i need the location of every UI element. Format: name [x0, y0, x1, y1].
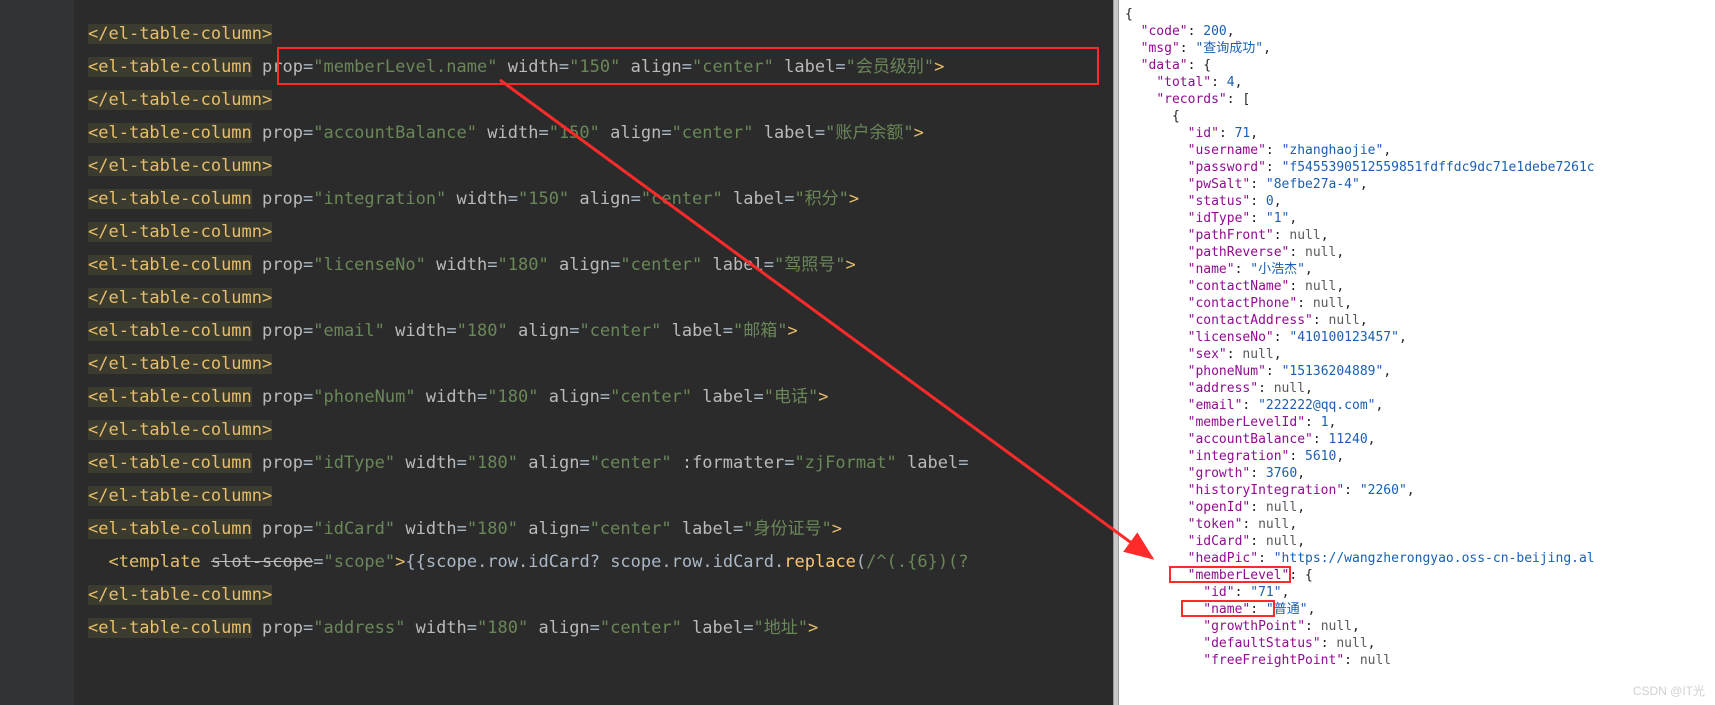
json-line[interactable]: "contactAddress": null,	[1125, 312, 1715, 329]
code-line[interactable]: <el-table-column prop="idCard" width="18…	[88, 513, 1113, 546]
json-line[interactable]: "headPic": "https://wangzherongyao.oss-c…	[1125, 550, 1715, 567]
json-line[interactable]: "address": null,	[1125, 380, 1715, 397]
code-line[interactable]: </el-table-column>	[88, 579, 1113, 612]
code-line[interactable]: </el-table-column>	[88, 84, 1113, 117]
json-line[interactable]: "token": null,	[1125, 516, 1715, 533]
json-line[interactable]: "integration": 5610,	[1125, 448, 1715, 465]
json-line[interactable]: "sex": null,	[1125, 346, 1715, 363]
code-line[interactable]: <el-table-column prop="licenseNo" width=…	[88, 249, 1113, 282]
code-line[interactable]: <el-table-column prop="idType" width="18…	[88, 447, 1113, 480]
code-line[interactable]: <el-table-column prop="accountBalance" w…	[88, 117, 1113, 150]
json-line[interactable]: "openId": null,	[1125, 499, 1715, 516]
json-line[interactable]: {	[1125, 108, 1715, 125]
json-line[interactable]: "historyIntegration": "2260",	[1125, 482, 1715, 499]
json-line[interactable]: "data": {	[1125, 57, 1715, 74]
code-line[interactable]: <el-table-column prop="address" width="1…	[88, 612, 1113, 645]
json-line[interactable]: "idCard": null,	[1125, 533, 1715, 550]
json-line[interactable]: "memberLevel": {	[1125, 567, 1715, 584]
json-line[interactable]: "licenseNo": "410100123457",	[1125, 329, 1715, 346]
json-line[interactable]: "id": 71,	[1125, 125, 1715, 142]
json-line[interactable]: "accountBalance": 11240,	[1125, 431, 1715, 448]
code-line[interactable]: <el-table-column prop="integration" widt…	[88, 183, 1113, 216]
code-line[interactable]: </el-table-column>	[88, 150, 1113, 183]
editor-gutter	[0, 0, 74, 705]
json-line[interactable]: "password": "f5455390512559851fdffdc9dc7…	[1125, 159, 1715, 176]
code-line[interactable]: </el-table-column>	[88, 216, 1113, 249]
code-line[interactable]: </el-table-column>	[88, 348, 1113, 381]
json-line[interactable]: "name": "普通",	[1125, 601, 1715, 618]
code-line[interactable]: <el-table-column prop="memberLevel.name"…	[88, 51, 1113, 84]
json-line[interactable]: "id": "71",	[1125, 584, 1715, 601]
code-line[interactable]: <template slot-scope="scope">{{scope.row…	[88, 546, 1113, 579]
json-line[interactable]: "email": "222222@qq.com",	[1125, 397, 1715, 414]
json-line[interactable]: "code": 200,	[1125, 23, 1715, 40]
json-line[interactable]: "username": "zhanghaojie",	[1125, 142, 1715, 159]
json-line[interactable]: "name": "小浩杰",	[1125, 261, 1715, 278]
json-line[interactable]: "contactName": null,	[1125, 278, 1715, 295]
json-line[interactable]: "pathReverse": null,	[1125, 244, 1715, 261]
json-line[interactable]: "status": 0,	[1125, 193, 1715, 210]
code-line[interactable]: </el-table-column>	[88, 414, 1113, 447]
json-line[interactable]: "freeFreightPoint": null	[1125, 652, 1715, 669]
json-response-pane[interactable]: { "code": 200, "msg": "查询成功", "data": { …	[1119, 0, 1715, 705]
json-line[interactable]: "records": [	[1125, 91, 1715, 108]
code-editor-pane[interactable]: </el-table-column><el-table-column prop=…	[0, 0, 1113, 705]
json-line[interactable]: "defaultStatus": null,	[1125, 635, 1715, 652]
json-line[interactable]: {	[1125, 6, 1715, 23]
json-line[interactable]: "growthPoint": null,	[1125, 618, 1715, 635]
json-line[interactable]: "memberLevelId": 1,	[1125, 414, 1715, 431]
json-line[interactable]: "idType": "1",	[1125, 210, 1715, 227]
json-line[interactable]: "phoneNum": "15136204889",	[1125, 363, 1715, 380]
json-line[interactable]: "pathFront": null,	[1125, 227, 1715, 244]
code-line[interactable]: </el-table-column>	[88, 18, 1113, 51]
json-line[interactable]: "contactPhone": null,	[1125, 295, 1715, 312]
json-line[interactable]: "total": 4,	[1125, 74, 1715, 91]
code-line[interactable]: <el-table-column prop="email" width="180…	[88, 315, 1113, 348]
watermark: CSDN @IT光	[1633, 682, 1705, 699]
json-line[interactable]: "pwSalt": "8efbe27a-4",	[1125, 176, 1715, 193]
code-line[interactable]: </el-table-column>	[88, 480, 1113, 513]
code-line[interactable]: </el-table-column>	[88, 282, 1113, 315]
json-line[interactable]: "msg": "查询成功",	[1125, 40, 1715, 57]
json-line[interactable]: "growth": 3760,	[1125, 465, 1715, 482]
code-line[interactable]: <el-table-column prop="phoneNum" width="…	[88, 381, 1113, 414]
